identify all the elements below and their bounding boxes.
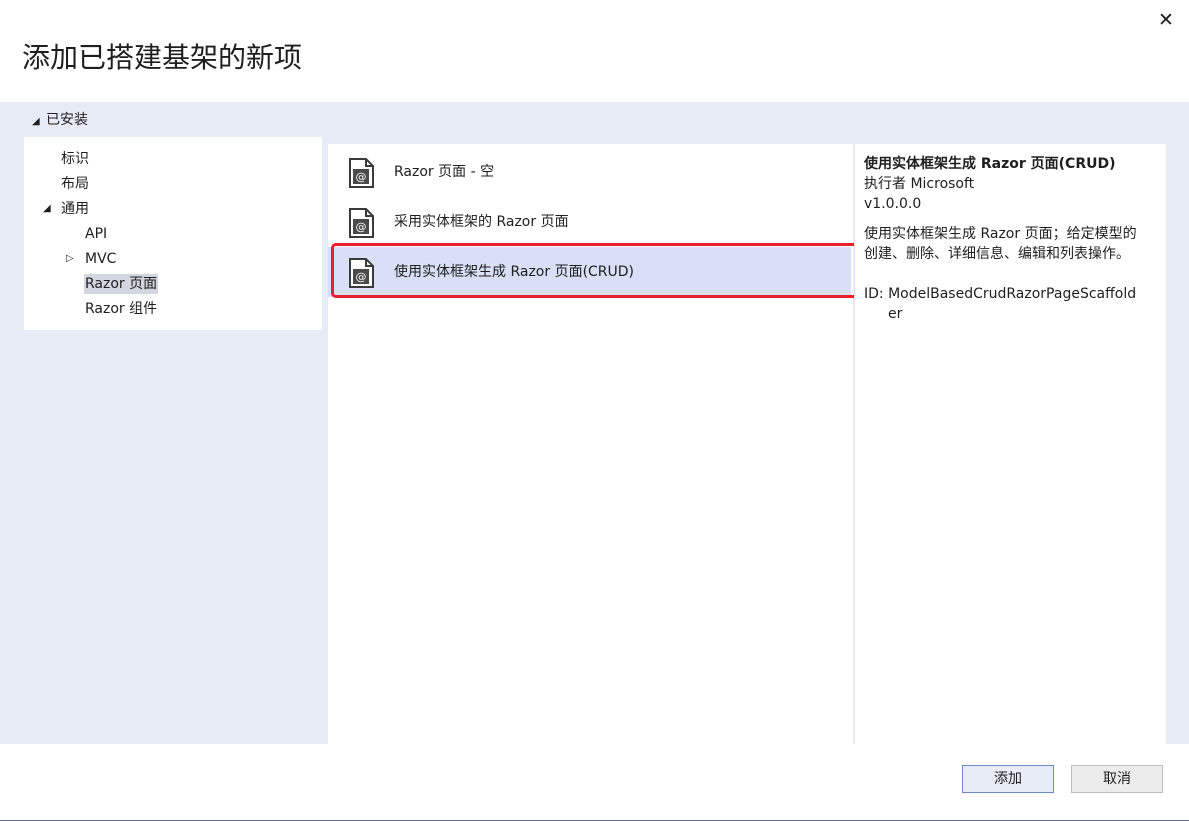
expanded-triangle-icon[interactable]: ◢ — [43, 199, 51, 219]
tree-item-mvc[interactable]: MVC — [85, 249, 116, 269]
template-list: @ Razor 页面 - 空 @ 采用实体框架的 Razor 页面 @ 使用实体… — [328, 144, 853, 744]
detail-id-line2: er — [888, 306, 903, 322]
tree-item-api[interactable]: API — [85, 224, 107, 244]
template-details: 使用实体框架生成 Razor 页面(CRUD) 执行者 Microsoft v1… — [854, 144, 1166, 744]
detail-version: v1.0.0.0 — [864, 196, 922, 212]
razor-file-icon: @ — [349, 208, 374, 238]
template-item-razor-page-ef[interactable]: @ 采用实体框架的 Razor 页面 — [328, 197, 851, 247]
tree-root-label: 已安装 — [46, 112, 88, 128]
dialog-title: 添加已搭建基架的新项 — [22, 41, 303, 74]
detail-description-line1: 使用实体框架生成 Razor 页面；给定模型的 — [864, 226, 1137, 242]
tree-root-installed[interactable]: ◢ 已安装 — [32, 110, 88, 132]
expanded-triangle-icon[interactable]: ◢ — [32, 112, 46, 132]
tree-item-razor-components[interactable]: Razor 组件 — [85, 299, 157, 319]
detail-description-line2: 创建、删除、详细信息、编辑和列表操作。 — [864, 246, 1130, 262]
svg-text:@: @ — [356, 171, 367, 184]
tree-item-layout[interactable]: 布局 — [61, 174, 89, 194]
tree-item-identity[interactable]: 标识 — [61, 149, 89, 169]
template-label: 使用实体框架生成 Razor 页面(CRUD) — [394, 264, 635, 280]
cancel-button[interactable]: 取消 — [1071, 765, 1163, 793]
razor-file-icon: @ — [349, 258, 374, 288]
template-label: Razor 页面 - 空 — [394, 164, 495, 180]
template-label: 采用实体框架的 Razor 页面 — [394, 214, 569, 230]
add-button[interactable]: 添加 — [962, 765, 1054, 793]
template-item-razor-page-crud[interactable]: @ 使用实体框架生成 Razor 页面(CRUD) — [328, 247, 851, 297]
collapsed-triangle-icon[interactable]: ▷ — [66, 249, 74, 269]
detail-author: 执行者 Microsoft — [864, 176, 975, 192]
detail-id-line1: ID: ModelBasedCrudRazorPageScaffold — [864, 286, 1137, 302]
close-icon[interactable]: ✕ — [1156, 8, 1176, 32]
razor-file-icon: @ — [349, 158, 374, 188]
detail-title: 使用实体框架生成 Razor 页面(CRUD) — [864, 156, 1116, 172]
tree-item-common[interactable]: 通用 — [61, 199, 89, 219]
svg-text:@: @ — [356, 221, 367, 234]
category-tree: 标识 布局 ◢ 通用 API ▷ MVC Razor 页面 Razor 组件 — [24, 137, 322, 330]
template-item-razor-page-empty[interactable]: @ Razor 页面 - 空 — [328, 147, 851, 197]
svg-text:@: @ — [356, 271, 367, 284]
tree-item-razor-pages[interactable]: Razor 页面 — [84, 274, 159, 294]
